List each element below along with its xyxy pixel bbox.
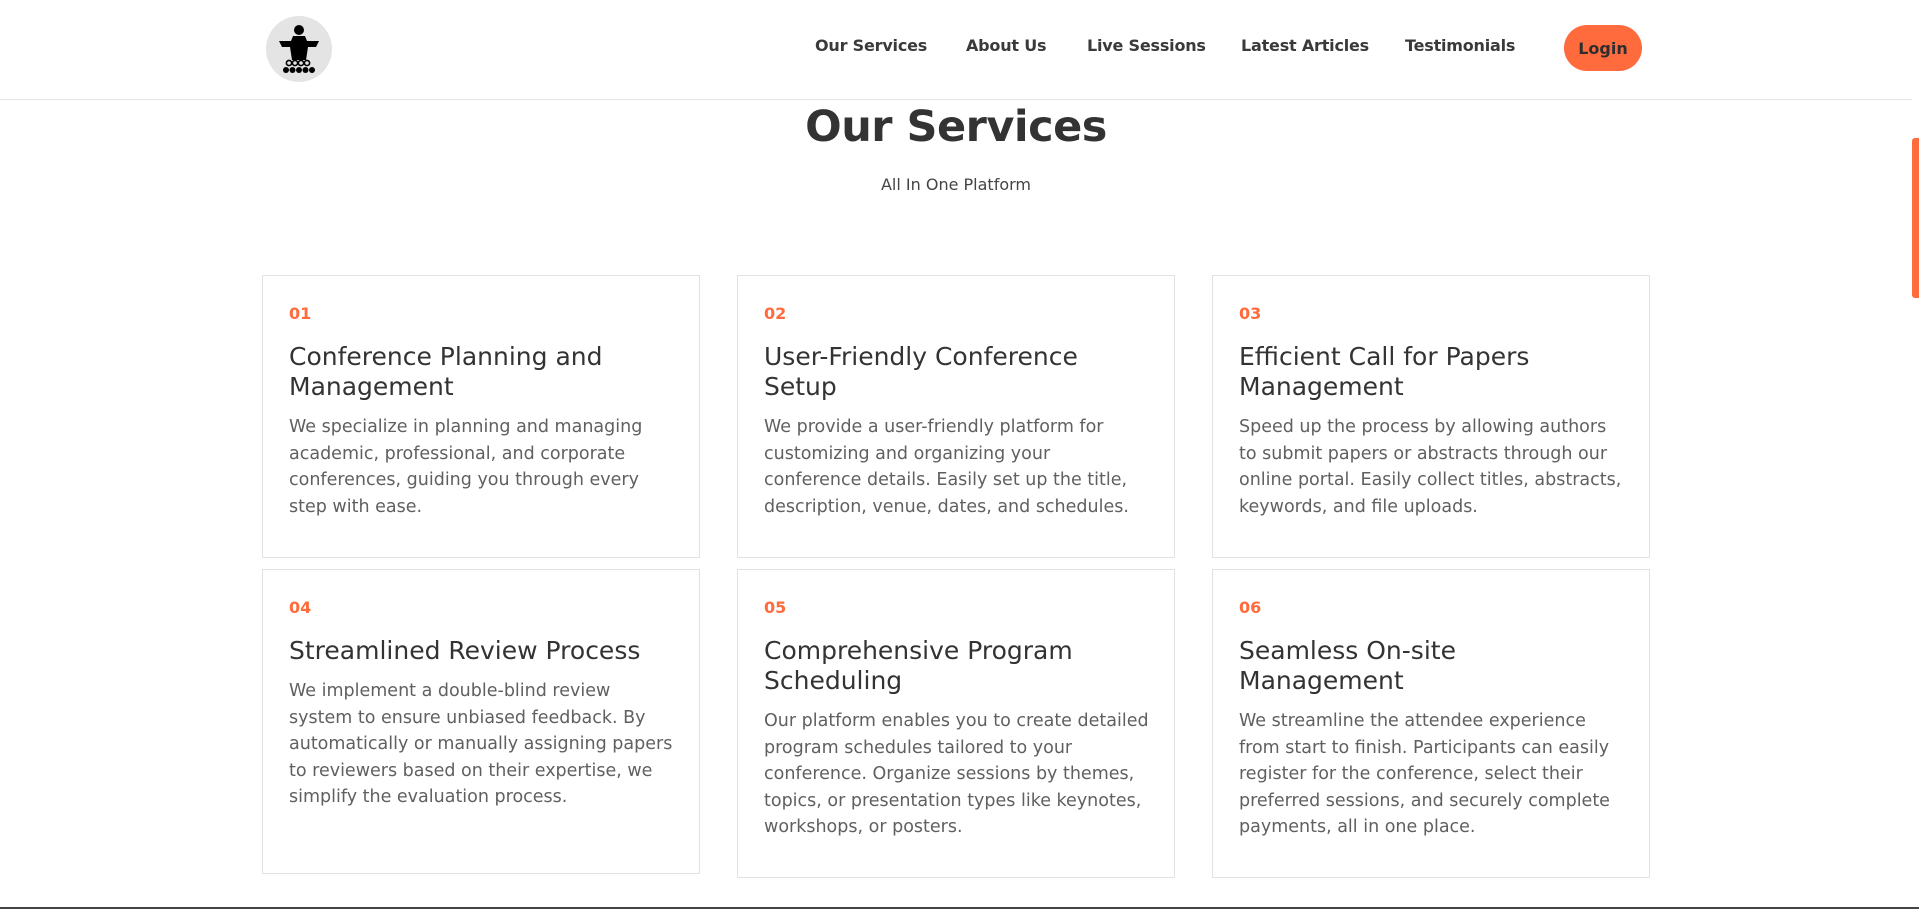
service-card: 04 Streamlined Review Process We impleme… — [262, 569, 700, 874]
site-header: Our Services About Us Live Sessions Late… — [0, 0, 1912, 100]
service-title: Conference Planning and Management — [289, 342, 603, 401]
service-card: 03 Efficient Call for Papers Management … — [1212, 275, 1650, 558]
service-card: 02 User-Friendly Conference Setup We pro… — [737, 275, 1175, 558]
service-number: 03 — [1239, 304, 1262, 323]
service-card: 05 Comprehensive Program Scheduling Our … — [737, 569, 1175, 878]
service-description: Speed up the process by allowing authors… — [1239, 417, 1622, 517]
service-description: We provide a user-friendly platform for … — [764, 417, 1129, 517]
service-description: We implement a double-blind review syste… — [289, 681, 673, 807]
service-description: We streamline the attendee experience fr… — [1239, 711, 1610, 837]
service-title: Comprehensive Program Scheduling — [764, 636, 1073, 695]
service-card: 01 Conference Planning and Management We… — [262, 275, 700, 558]
nav-testimonials[interactable]: Testimonials — [1405, 36, 1515, 55]
service-card: 06 Seamless On-site Management We stream… — [1212, 569, 1650, 878]
service-title: User-Friendly Conference Setup — [764, 342, 1078, 401]
section-subtitle: All In One Platform — [880, 175, 1031, 194]
service-number: 06 — [1239, 598, 1262, 617]
login-button[interactable]: Login — [1564, 25, 1642, 71]
service-title: Efficient Call for Papers Management — [1239, 342, 1530, 401]
service-description: We specialize in planning and managing a… — [289, 417, 643, 517]
service-number: 05 — [764, 598, 787, 617]
nav-live-sessions[interactable]: Live Sessions — [1087, 36, 1206, 55]
section-title: Our Services — [805, 102, 1107, 152]
nav-about-us[interactable]: About Us — [966, 36, 1047, 55]
scrollbar-thumb[interactable] — [1912, 138, 1919, 298]
nav-latest-articles[interactable]: Latest Articles — [1241, 36, 1369, 55]
service-number: 02 — [764, 304, 787, 323]
nav-our-services[interactable]: Our Services — [815, 36, 927, 55]
service-number: 01 — [289, 304, 312, 323]
service-description: Our platform enables you to create detai… — [764, 711, 1149, 837]
service-title: Seamless On-site Management — [1239, 636, 1456, 695]
service-number: 04 — [289, 598, 312, 617]
service-title: Streamlined Review Process — [289, 636, 641, 665]
